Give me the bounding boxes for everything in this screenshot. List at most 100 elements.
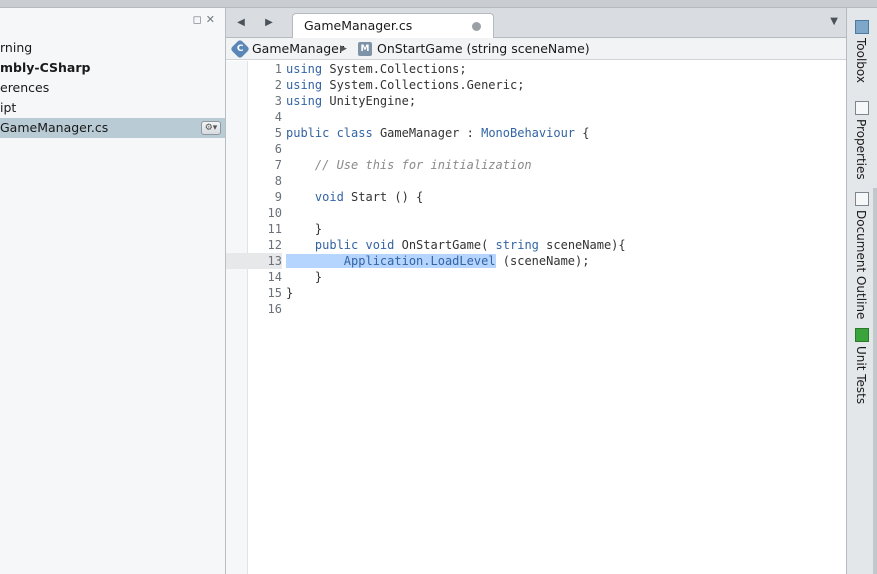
line-number: 15	[267, 286, 282, 300]
dock-toolbox[interactable]: Toolbox	[851, 20, 873, 83]
code-token: }	[286, 222, 323, 236]
tab-gamemanager-cs[interactable]: GameManager.cs	[292, 13, 494, 39]
line-number: 4	[274, 110, 282, 124]
code-token: }	[286, 270, 323, 284]
code-token: }	[286, 286, 294, 300]
line-text: Application.LoadLevel (sceneName);	[286, 253, 589, 269]
code-token: System.Collections;	[329, 62, 467, 76]
line-text: public class GameManager : MonoBehaviour…	[286, 125, 589, 141]
dock-document-outline[interactable]: Document Outline	[851, 192, 873, 319]
code-line[interactable]: 15}	[248, 285, 846, 301]
method-icon: M	[358, 42, 372, 56]
line-number: 13	[226, 253, 282, 269]
line-number: 14	[267, 270, 282, 284]
code-token: Start () {	[351, 190, 424, 204]
code-token: // Use this for initialization	[286, 158, 532, 172]
back-arrow-icon[interactable]: ◀	[230, 15, 252, 31]
code-line[interactable]: 14 }	[248, 269, 846, 285]
tree-item-learning[interactable]: rning	[0, 38, 225, 58]
properties-icon	[855, 101, 869, 115]
code-token: Application.LoadLevel	[314, 254, 496, 268]
line-text: }	[286, 221, 322, 237]
code-token: public class	[286, 126, 373, 140]
close-tab-icon[interactable]	[472, 22, 481, 31]
tree-item-gamemanager-cs[interactable]: GameManager.cs ⚙▾	[0, 118, 225, 138]
code-line[interactable]: 3 using UnityEngine;	[248, 93, 846, 109]
forward-arrow-icon[interactable]: ▶	[258, 15, 280, 31]
code-token: OnStartGame(	[401, 238, 489, 252]
line-number: 16	[267, 302, 282, 316]
solution-tree: rning mbly-CSharp erences ipt GameManage…	[0, 38, 225, 138]
code-line[interactable]: 2 using System.Collections.Generic;	[248, 77, 846, 93]
line-number: 11	[267, 222, 282, 236]
code-line[interactable]: 1 using System.Collections;	[248, 61, 846, 77]
code-token	[286, 254, 315, 268]
line-number: 9	[274, 190, 282, 204]
code-line[interactable]: 12 public void OnStartGame( string scene…	[248, 237, 846, 253]
scrollbar[interactable]	[873, 188, 877, 574]
line-text: public void OnStartGame( string sceneNam…	[286, 237, 626, 253]
class-icon: C	[230, 39, 250, 59]
code-line[interactable]: 11 }	[248, 221, 846, 237]
code-token: {	[582, 126, 590, 140]
code-line[interactable]: 7 // Use this for initialization	[248, 157, 846, 173]
breadcrumb: C GameManager ▶ M OnStartGame (string sc…	[226, 38, 846, 60]
line-number: 2	[274, 78, 282, 92]
tree-item-references[interactable]: erences	[0, 78, 225, 98]
solution-pad: ◻ ✕ rning mbly-CSharp erences ipt GameMa…	[0, 8, 226, 574]
code-token: using	[286, 78, 323, 92]
code-line[interactable]: 4	[248, 109, 846, 125]
code-token: void	[286, 190, 344, 204]
line-number: 3	[274, 94, 282, 108]
chevron-right-icon: ▶	[340, 44, 347, 54]
solution-pad-header: ◻ ✕	[0, 8, 225, 30]
line-text: using System.Collections.Generic;	[286, 77, 524, 93]
code-line[interactable]: 9 void Start () {	[248, 189, 846, 205]
code-editor: ◀ ▶ GameManager.cs ▼ C GameManager ▶ M O…	[226, 8, 846, 574]
code-token: UnityEngine;	[329, 94, 417, 108]
code-line[interactable]: 5 public class GameManager : MonoBehaviou…	[248, 125, 846, 141]
gear-icon[interactable]: ⚙▾	[201, 121, 221, 135]
right-dock: Toolbox Properties Document Outline Unit…	[846, 8, 877, 574]
document-outline-icon	[855, 192, 869, 206]
line-number: 8	[274, 174, 282, 188]
unit-tests-icon	[855, 328, 869, 342]
code-token: GameManager :	[379, 126, 474, 140]
dropdown-arrow-icon[interactable]: ▼	[830, 16, 838, 27]
code-token: public void	[286, 238, 395, 252]
line-number: 12	[267, 238, 282, 252]
tab-label: GameManager.cs	[304, 18, 413, 33]
code-line[interactable]: 10	[248, 205, 846, 221]
code-line[interactable]: 16	[248, 301, 846, 317]
line-number: 10	[267, 206, 282, 220]
code-token: using	[286, 94, 323, 108]
line-text: // Use this for initialization	[286, 157, 532, 173]
code-token: MonoBehaviour	[481, 126, 576, 140]
dock-properties[interactable]: Properties	[851, 101, 873, 180]
code-line[interactable]: 6	[248, 141, 846, 157]
code-token: (sceneName);	[502, 254, 590, 268]
line-text: }	[286, 269, 322, 285]
line-text: using UnityEngine;	[286, 93, 416, 109]
line-text: }	[286, 285, 293, 301]
code-line[interactable]: 8	[248, 173, 846, 189]
dock-unit-tests[interactable]: Unit Tests	[851, 328, 873, 404]
breadcrumb-method[interactable]: OnStartGame (string sceneName)	[377, 38, 590, 60]
restore-icon[interactable]: ◻	[193, 13, 202, 26]
code-token: System.Collections.Generic;	[329, 78, 525, 92]
code-text-area[interactable]: 1 using System.Collections; 2 using System.…	[226, 61, 846, 574]
code-token: sceneName){	[546, 238, 626, 252]
line-text: void Start () {	[286, 189, 423, 205]
tree-item-assembly-csharp[interactable]: mbly-CSharp	[0, 58, 225, 78]
code-line[interactable]: 13 Application.LoadLevel (sceneName);	[226, 253, 846, 269]
editor-gutter[interactable]	[226, 61, 248, 574]
toolbox-icon	[855, 20, 869, 34]
line-number: 1	[274, 62, 282, 76]
code-token: using	[286, 62, 323, 76]
breadcrumb-class[interactable]: GameManager	[252, 38, 344, 60]
tree-item-script[interactable]: ipt	[0, 98, 225, 118]
line-number: 6	[274, 142, 282, 156]
window-top-border	[0, 0, 877, 8]
code-token: string	[495, 238, 539, 252]
close-icon[interactable]: ✕	[206, 13, 215, 26]
